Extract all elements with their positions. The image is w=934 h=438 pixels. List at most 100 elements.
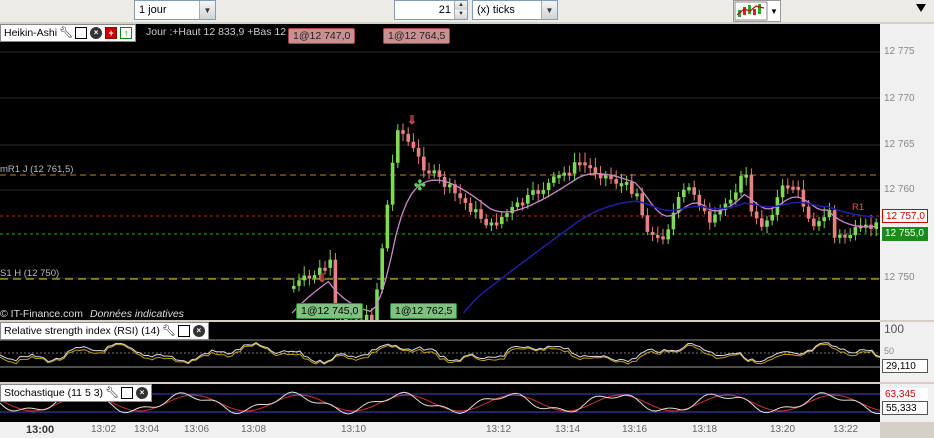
rsi-pane[interactable]: Relative strength index (RSI) (14) 🔧︎ ×: [0, 322, 880, 382]
chevron-up-icon[interactable]: ▲: [455, 1, 467, 10]
window-icon[interactable]: [75, 27, 88, 39]
candle: [463, 198, 468, 203]
candle: [734, 192, 738, 200]
candle: [458, 193, 462, 199]
price-pane-header: Heikin-Ashi 🔧︎ × + ↑: [0, 24, 137, 42]
price-tick: 12 770: [884, 93, 915, 104]
triangle-down-icon[interactable]: [916, 4, 926, 12]
timeframe-select[interactable]: 1 jour ▼: [134, 0, 216, 20]
buy-signal-icon: ✣: [414, 177, 426, 193]
trading-window: 1 jour ▼ 21 ▲ ▼ (x) ticks ▼ ▼ ⇓ ⇓ ✣ Heik…: [0, 0, 934, 438]
wrench-icon[interactable]: 🔧︎: [162, 325, 176, 337]
order-tag-sell-left[interactable]: 1@12 747,0: [288, 28, 356, 44]
candle: [292, 285, 296, 289]
time-tick: 13:00: [26, 424, 55, 436]
time-axis: 13:00 13:02 13:04 13:06 13:08 13:10 13:1…: [0, 422, 880, 438]
candle: [780, 185, 785, 198]
candle: [604, 175, 608, 179]
close-icon[interactable]: ×: [192, 325, 205, 337]
buy-arrow-icon[interactable]: ↑: [120, 27, 133, 39]
candle: [806, 206, 811, 219]
candle: [572, 162, 577, 174]
close-icon[interactable]: ×: [136, 387, 149, 399]
time-tick: 13:10: [341, 424, 367, 435]
price-scale[interactable]: 12 775 12 770 12 765 12 760 12 757,0 12 …: [880, 24, 934, 320]
candle: [307, 275, 312, 279]
watermark-text: © IT-Finance.com: [0, 308, 84, 320]
stochastic-pane[interactable]: Stochastique (11 5 3) 🔧︎ ×: [0, 384, 880, 422]
ticks-count-stepper[interactable]: 21 ▲ ▼: [394, 0, 468, 20]
candle: [364, 314, 369, 320]
candle: [640, 193, 644, 216]
candle: [843, 234, 847, 238]
wrench-icon[interactable]: 🔧︎: [59, 27, 73, 39]
order-tag-buy-mid[interactable]: 1@12 762,5: [390, 303, 458, 319]
time-tick: 13:14: [555, 424, 581, 435]
chevron-down-icon[interactable]: ▼: [768, 7, 780, 16]
ticks-unit-value: (x) ticks: [477, 4, 515, 16]
candle: [297, 280, 301, 286]
time-tick: 13:02: [91, 424, 117, 435]
candle: [588, 165, 592, 169]
price-marker-green: 12 755,0: [882, 227, 928, 241]
candle: [380, 248, 384, 290]
time-tick: 13:18: [692, 424, 718, 435]
candle: [422, 156, 426, 171]
price-chart-canvas: ⇓ ⇓ ✣: [0, 51, 880, 320]
candle: [754, 211, 759, 219]
rsi-value: 29,110: [882, 359, 928, 373]
candle: [838, 234, 842, 238]
watermark-note: Données indicatives: [89, 308, 184, 320]
rsi-title: Relative strength index (RSI) (14): [4, 325, 160, 337]
candle: [474, 209, 478, 213]
candle: [744, 174, 748, 178]
candle: [624, 181, 629, 185]
sell-icon[interactable]: +: [105, 27, 118, 39]
candle: [390, 162, 395, 205]
candle: [552, 176, 556, 183]
ticks-unit-select[interactable]: (x) ticks ▼: [472, 0, 558, 20]
time-tick: 13:06: [184, 424, 210, 435]
stepper-arrows[interactable]: ▲ ▼: [454, 1, 467, 19]
chevron-down-icon[interactable]: ▼: [541, 1, 557, 19]
time-tick: 13:04: [134, 424, 160, 435]
chevron-down-icon[interactable]: ▼: [199, 1, 215, 19]
order-tag-buy-left[interactable]: 1@12 745,0: [296, 303, 364, 319]
candle: [687, 187, 691, 191]
candle: [312, 275, 317, 279]
order-tag-sell-mid[interactable]: 1@12 764,5: [383, 28, 451, 44]
candle: [505, 213, 509, 217]
sell-arrow-icon: ⇓: [317, 271, 327, 285]
window-icon[interactable]: [121, 387, 134, 399]
candle: [484, 218, 488, 226]
candle: [822, 217, 826, 222]
price-tick: 12 750: [884, 272, 915, 283]
candle: [791, 186, 795, 190]
time-tick: 13:12: [486, 424, 512, 435]
candle: [494, 222, 499, 226]
candle: [500, 216, 504, 224]
candle: [354, 319, 358, 320]
pivot-label-s1: S1 H (12 750): [0, 268, 60, 279]
candle: [411, 141, 416, 148]
candle: [760, 218, 764, 227]
rsi-signal-line: [0, 343, 880, 365]
candle: [302, 275, 306, 281]
candle: [812, 218, 816, 227]
chevron-down-icon[interactable]: ▼: [455, 10, 467, 19]
wrench-icon[interactable]: 🔧︎: [105, 387, 119, 399]
candle: [546, 182, 551, 191]
close-icon[interactable]: ×: [90, 27, 103, 39]
candle: [817, 221, 821, 227]
candle: [796, 186, 800, 190]
price-tick: 12 765: [884, 139, 915, 150]
candle: [692, 187, 696, 195]
rsi-scale: 100 50 29,110: [880, 322, 934, 382]
chart-type-button[interactable]: ▼: [733, 0, 781, 22]
price-chart[interactable]: ⇓ ⇓ ✣ Heikin-Ashi 🔧︎ × + ↑ Jour :+Haut 12 …: [0, 24, 880, 320]
window-icon[interactable]: [177, 325, 190, 337]
candle: [786, 185, 790, 189]
candle: [770, 214, 774, 221]
candle: [749, 174, 754, 212]
candle: [448, 184, 452, 188]
